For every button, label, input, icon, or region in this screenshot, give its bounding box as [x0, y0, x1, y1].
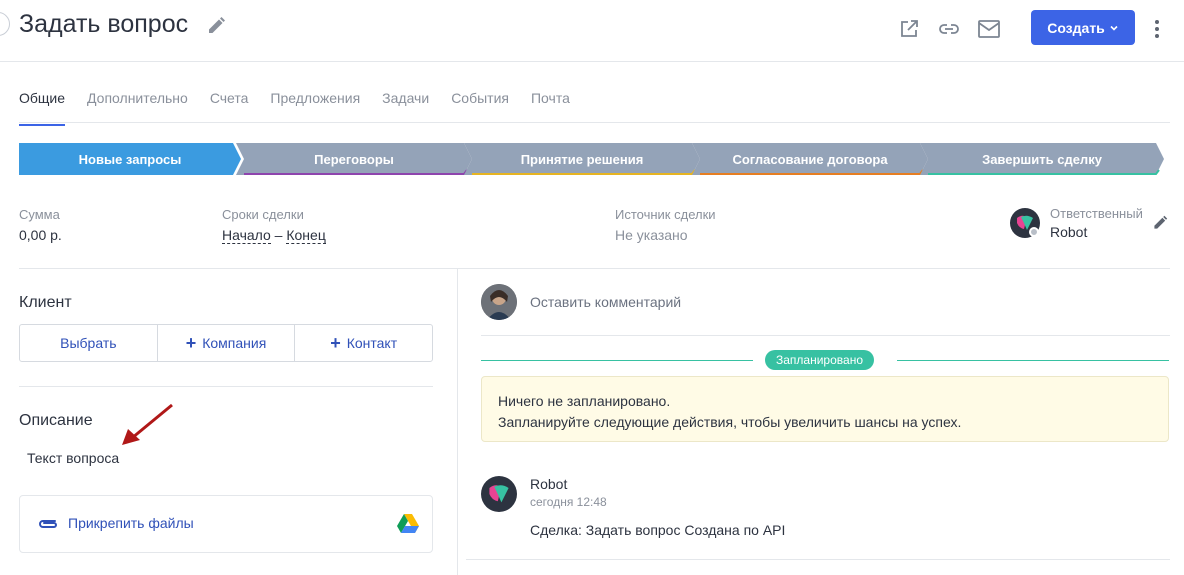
planned-badge: Запланировано — [765, 350, 874, 370]
stage-negotiations[interactable]: Переговоры — [236, 143, 472, 175]
page-title: Задать вопрос — [19, 10, 189, 38]
stage-label: Новые запросы — [78, 151, 182, 167]
terms-label: Сроки сделки — [222, 207, 304, 222]
comment-divider — [481, 335, 1170, 336]
annotation-arrow-icon — [122, 403, 173, 445]
stage-label: Завершить сделку — [982, 151, 1102, 167]
client-title: Клиент — [19, 294, 72, 311]
notice-line-2: Запланируйте следующие действия, чтобы у… — [498, 414, 962, 430]
stage-label: Согласование договора — [732, 151, 888, 167]
responsible-label: Ответственный — [1050, 206, 1143, 221]
stage-decision[interactable]: Принятие решения — [464, 143, 700, 175]
add-company-label: Компания — [202, 335, 267, 351]
create-button-label: Создать — [1047, 19, 1105, 36]
mail-icon[interactable] — [977, 17, 1001, 41]
link-icon[interactable] — [937, 17, 961, 41]
add-contact-button[interactable]: + Контакт — [294, 324, 434, 362]
client-buttons: Выбрать + Компания + Контакт — [19, 324, 434, 362]
google-drive-icon[interactable] — [396, 513, 420, 535]
robot-logo-icon — [489, 485, 509, 503]
pipeline: Новые запросы Переговоры Принятие решени… — [19, 143, 1164, 175]
stage-new-requests[interactable]: Новые запросы — [19, 143, 241, 175]
tab-mail[interactable]: Почта — [531, 90, 570, 126]
pencil-icon[interactable] — [206, 16, 226, 36]
terms-value: Начало – Конец — [222, 227, 326, 244]
description-title: Описание — [19, 412, 93, 429]
nothing-planned-notice: Ничего не запланировано. Запланируйте сл… — [481, 376, 1169, 442]
tabs: Общие Дополнительно Счета Предложения За… — [19, 90, 592, 126]
header-divider — [0, 61, 1184, 62]
avatar — [481, 476, 517, 512]
source-label: Источник сделки — [615, 207, 716, 222]
stage-label: Принятие решения — [520, 151, 644, 167]
attach-files-box[interactable]: Прикрепить файлы — [19, 495, 433, 553]
tab-events[interactable]: События — [451, 90, 509, 126]
chevron-down-icon — [1110, 25, 1118, 31]
plus-icon: + — [330, 333, 341, 353]
sum-label: Сумма — [19, 207, 60, 222]
status-badge — [1029, 227, 1039, 237]
feed-divider — [466, 559, 1170, 560]
terms-end-link[interactable]: Конец — [286, 227, 326, 244]
tab-offers[interactable]: Предложения — [270, 90, 360, 126]
external-link-icon[interactable] — [897, 17, 921, 41]
tab-tasks[interactable]: Задачи — [382, 90, 429, 126]
attach-files-label: Прикрепить файлы — [68, 515, 194, 531]
add-contact-label: Контакт — [346, 335, 398, 351]
tab-invoices[interactable]: Счета — [210, 90, 249, 126]
info-divider — [19, 268, 1170, 269]
plus-icon: + — [185, 333, 197, 353]
client-divider — [19, 386, 433, 387]
select-client-button[interactable]: Выбрать — [19, 324, 158, 362]
paperclip-icon — [39, 520, 57, 528]
sum-value: 0,00 р. — [19, 227, 62, 243]
stage-close-deal[interactable]: Завершить сделку — [920, 143, 1164, 175]
description-text[interactable]: Текст вопроса — [27, 450, 119, 466]
tabs-divider — [19, 122, 1170, 123]
back-button[interactable] — [0, 12, 10, 36]
add-company-button[interactable]: + Компания — [156, 324, 296, 362]
comment-input[interactable]: Оставить комментарий — [530, 294, 681, 310]
stage-label: Переговоры — [314, 151, 394, 167]
planned-line-left — [481, 360, 753, 361]
avatar — [481, 284, 517, 320]
feed-author: Robot — [530, 476, 568, 492]
planned-line-right — [897, 360, 1169, 361]
column-divider — [457, 269, 458, 575]
stage-contract[interactable]: Согласование договора — [692, 143, 928, 175]
select-client-label: Выбрать — [60, 335, 117, 351]
terms-start-link[interactable]: Начало — [222, 227, 271, 244]
notice-line-1: Ничего не запланировано. — [498, 393, 671, 409]
responsible-value[interactable]: Robot — [1050, 224, 1087, 240]
tab-additional[interactable]: Дополнительно — [87, 90, 188, 126]
more-vertical-icon[interactable] — [1147, 17, 1167, 41]
source-value[interactable]: Не указано — [615, 227, 688, 243]
terms-dash: – — [274, 227, 283, 243]
pencil-icon[interactable] — [1152, 215, 1168, 231]
tab-general[interactable]: Общие — [19, 90, 66, 126]
feed-message: Сделка: Задать вопрос Создана по API — [530, 522, 786, 538]
feed-time: сегодня 12:48 — [530, 495, 607, 509]
create-button[interactable]: Создать — [1031, 10, 1135, 45]
